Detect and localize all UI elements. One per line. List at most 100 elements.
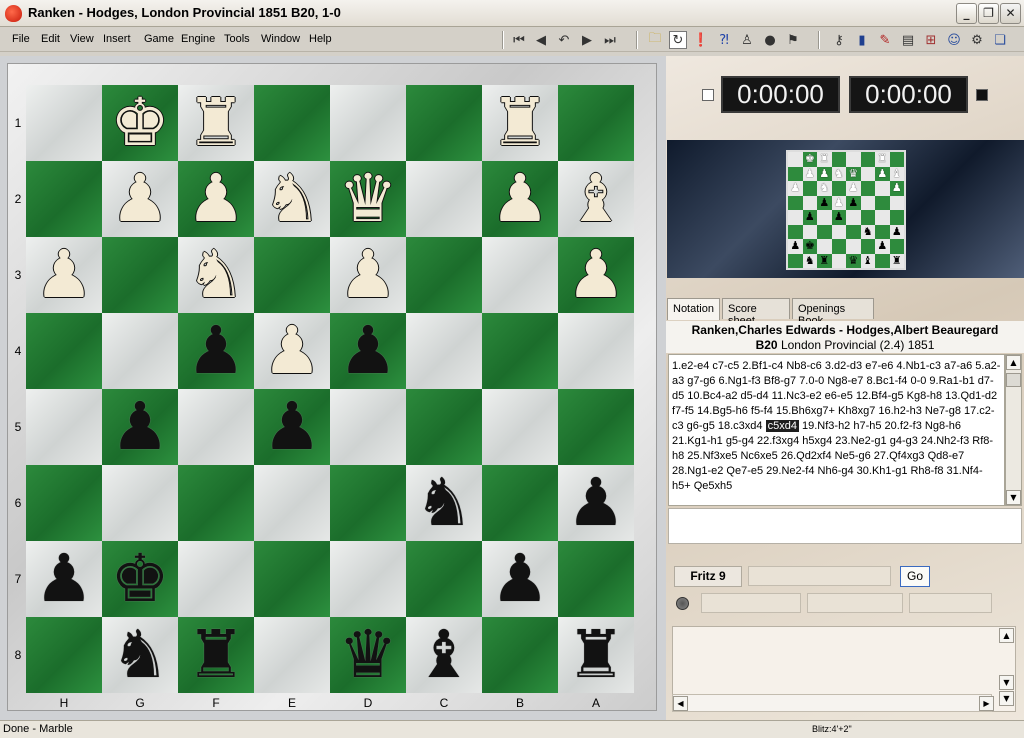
board-square-a4[interactable]: [558, 313, 634, 389]
hscroll-right[interactable]: ▶: [979, 696, 994, 711]
analysis-icon[interactable]: ⁈: [715, 31, 733, 49]
board-square-h2[interactable]: [26, 161, 102, 237]
board-square-d6[interactable]: [330, 465, 406, 541]
board-square-e6[interactable]: [254, 465, 330, 541]
tab-score-sheet[interactable]: Score sheet: [722, 298, 790, 327]
board-square-c1[interactable]: [406, 85, 482, 161]
notation-scrollbar[interactable]: ▲ ▼: [1005, 354, 1022, 506]
board-square-h8[interactable]: [26, 617, 102, 693]
chess-board[interactable]: 1 2 3 4 5 6 7 8 H G F E D C B A ♚ ♜ ♜ ♟ ♟ ♞ ♛ ♟ ♝ ♟ ♞ ♟ ♟ ♟ ♟ ♟ ♟ ♟ ♞ ♟ ♟ ♚ ♟ ♞…: [15, 85, 634, 710]
hint-icon[interactable]: ❗: [692, 31, 710, 49]
black-piece-c8[interactable]: ♝: [406, 617, 482, 693]
engine-scroll-down-a[interactable]: ▼: [999, 675, 1014, 690]
black-piece-e5[interactable]: ♟: [254, 389, 330, 465]
board-square-h4[interactable]: [26, 313, 102, 389]
board-square-c4[interactable]: [406, 313, 482, 389]
board-square-c2[interactable]: [406, 161, 482, 237]
black-piece-h7[interactable]: ♟: [26, 541, 102, 617]
menu-edit[interactable]: Edit: [41, 33, 60, 45]
board-square-d5[interactable]: [330, 389, 406, 465]
board-square-e3[interactable]: [254, 237, 330, 313]
white-piece-e4[interactable]: ♟: [254, 313, 330, 389]
black-piece-g5[interactable]: ♟: [102, 389, 178, 465]
white-piece-d3[interactable]: ♟: [330, 237, 406, 313]
board-square-g3[interactable]: [102, 237, 178, 313]
next-move-icon[interactable]: ▶: [578, 31, 596, 49]
pen-icon[interactable]: ✎: [876, 31, 894, 49]
scroll-down-button[interactable]: ▼: [1006, 490, 1021, 505]
board-square-b5[interactable]: [482, 389, 558, 465]
black-piece-g8[interactable]: ♞: [102, 617, 178, 693]
board-square-f6[interactable]: [178, 465, 254, 541]
last-move-icon[interactable]: ⏭: [601, 31, 619, 49]
board-square-a5[interactable]: [558, 389, 634, 465]
prev-move-icon[interactable]: ◀: [532, 31, 550, 49]
board-square-e1[interactable]: [254, 85, 330, 161]
board-square-h6[interactable]: [26, 465, 102, 541]
board-square-c5[interactable]: [406, 389, 482, 465]
board-square-b4[interactable]: [482, 313, 558, 389]
black-piece-d4[interactable]: ♟: [330, 313, 406, 389]
board-square-h5[interactable]: [26, 389, 102, 465]
white-piece-g2[interactable]: ♟: [102, 161, 178, 237]
close-button[interactable]: ✕: [1000, 3, 1021, 24]
board-square-h1[interactable]: [26, 85, 102, 161]
board-square-c3[interactable]: [406, 237, 482, 313]
first-move-icon[interactable]: ⏮: [510, 31, 528, 49]
notation-pane[interactable]: 1.e2-e4 c7-c5 2.Bf1-c4 Nb8-c6 3.d2-d3 e7…: [668, 354, 1005, 506]
menu-insert[interactable]: Insert: [103, 33, 131, 45]
white-piece-e2[interactable]: ♞: [254, 161, 330, 237]
new-game-icon[interactable]: 🗀: [646, 31, 664, 49]
white-piece-f2[interactable]: ♟: [178, 161, 254, 237]
go-button[interactable]: Go: [900, 566, 930, 587]
engine-scroll-up[interactable]: ▲: [999, 628, 1014, 643]
black-piece-g7[interactable]: ♚: [102, 541, 178, 617]
board-square-d1[interactable]: [330, 85, 406, 161]
menu-game[interactable]: Game: [144, 33, 174, 45]
engine-toggle[interactable]: [676, 597, 689, 610]
menu-engine[interactable]: Engine: [181, 33, 215, 45]
scroll-thumb[interactable]: [1006, 373, 1021, 387]
maximize-button[interactable]: ❐: [978, 3, 999, 24]
board-square-b3[interactable]: [482, 237, 558, 313]
board-square-a1[interactable]: [558, 85, 634, 161]
black-piece-f4[interactable]: ♟: [178, 313, 254, 389]
menu-window[interactable]: Window: [261, 33, 300, 45]
flip-board-icon[interactable]: ↻: [669, 31, 687, 49]
white-piece-f1[interactable]: ♜: [178, 85, 254, 161]
tab-notation[interactable]: Notation: [667, 298, 720, 320]
black-piece-d8[interactable]: ♛: [330, 617, 406, 693]
board-setup-icon[interactable]: ⊞: [922, 31, 940, 49]
black-clock-checkbox[interactable]: [976, 89, 988, 101]
window-icon[interactable]: ❏: [991, 31, 1009, 49]
scroll-up-button[interactable]: ▲: [1006, 355, 1021, 370]
white-piece-a3[interactable]: ♟: [558, 237, 634, 313]
board-square-b8[interactable]: [482, 617, 558, 693]
key-icon[interactable]: ⚷: [830, 31, 848, 49]
player-icon[interactable]: ♙: [738, 31, 756, 49]
black-piece-c6[interactable]: ♞: [406, 465, 482, 541]
engine-hscroll[interactable]: ◀ ▶: [672, 694, 994, 712]
menu-view[interactable]: View: [70, 33, 94, 45]
mini-board[interactable]: ♚ ♜ ♜ ♟ ♟ ♞ ♛ ♟ ♝ ♟ ♞ ♟ ♟ ♟ ♟ ♟ ♟ ♟ ♞ ♟ ♟ ♚ ♟ ♞ ♜ ♛ ♝ ♜: [786, 150, 906, 270]
book-icon[interactable]: ▮: [853, 31, 871, 49]
board-square-b6[interactable]: [482, 465, 558, 541]
app-icon[interactable]: [5, 5, 22, 22]
hscroll-left[interactable]: ◀: [673, 696, 688, 711]
white-piece-b1[interactable]: ♜: [482, 85, 558, 161]
board-square-e8[interactable]: [254, 617, 330, 693]
board-square-g4[interactable]: [102, 313, 178, 389]
board-square-g6[interactable]: [102, 465, 178, 541]
white-piece-a2[interactable]: ♝: [558, 161, 634, 237]
white-piece-f3[interactable]: ♞: [178, 237, 254, 313]
globe-icon[interactable]: ●: [761, 31, 779, 49]
user-icon[interactable]: ☺: [945, 31, 963, 49]
white-piece-b2[interactable]: ♟: [482, 161, 558, 237]
current-move[interactable]: c5xd4: [765, 420, 799, 432]
engine-scroll-down[interactable]: ▼: [999, 691, 1014, 706]
white-clock-checkbox[interactable]: [702, 89, 714, 101]
white-piece-h3[interactable]: ♟: [26, 237, 102, 313]
board-square-d7[interactable]: [330, 541, 406, 617]
minimize-button[interactable]: _: [956, 3, 977, 24]
white-piece-d2[interactable]: ♛: [330, 161, 406, 237]
